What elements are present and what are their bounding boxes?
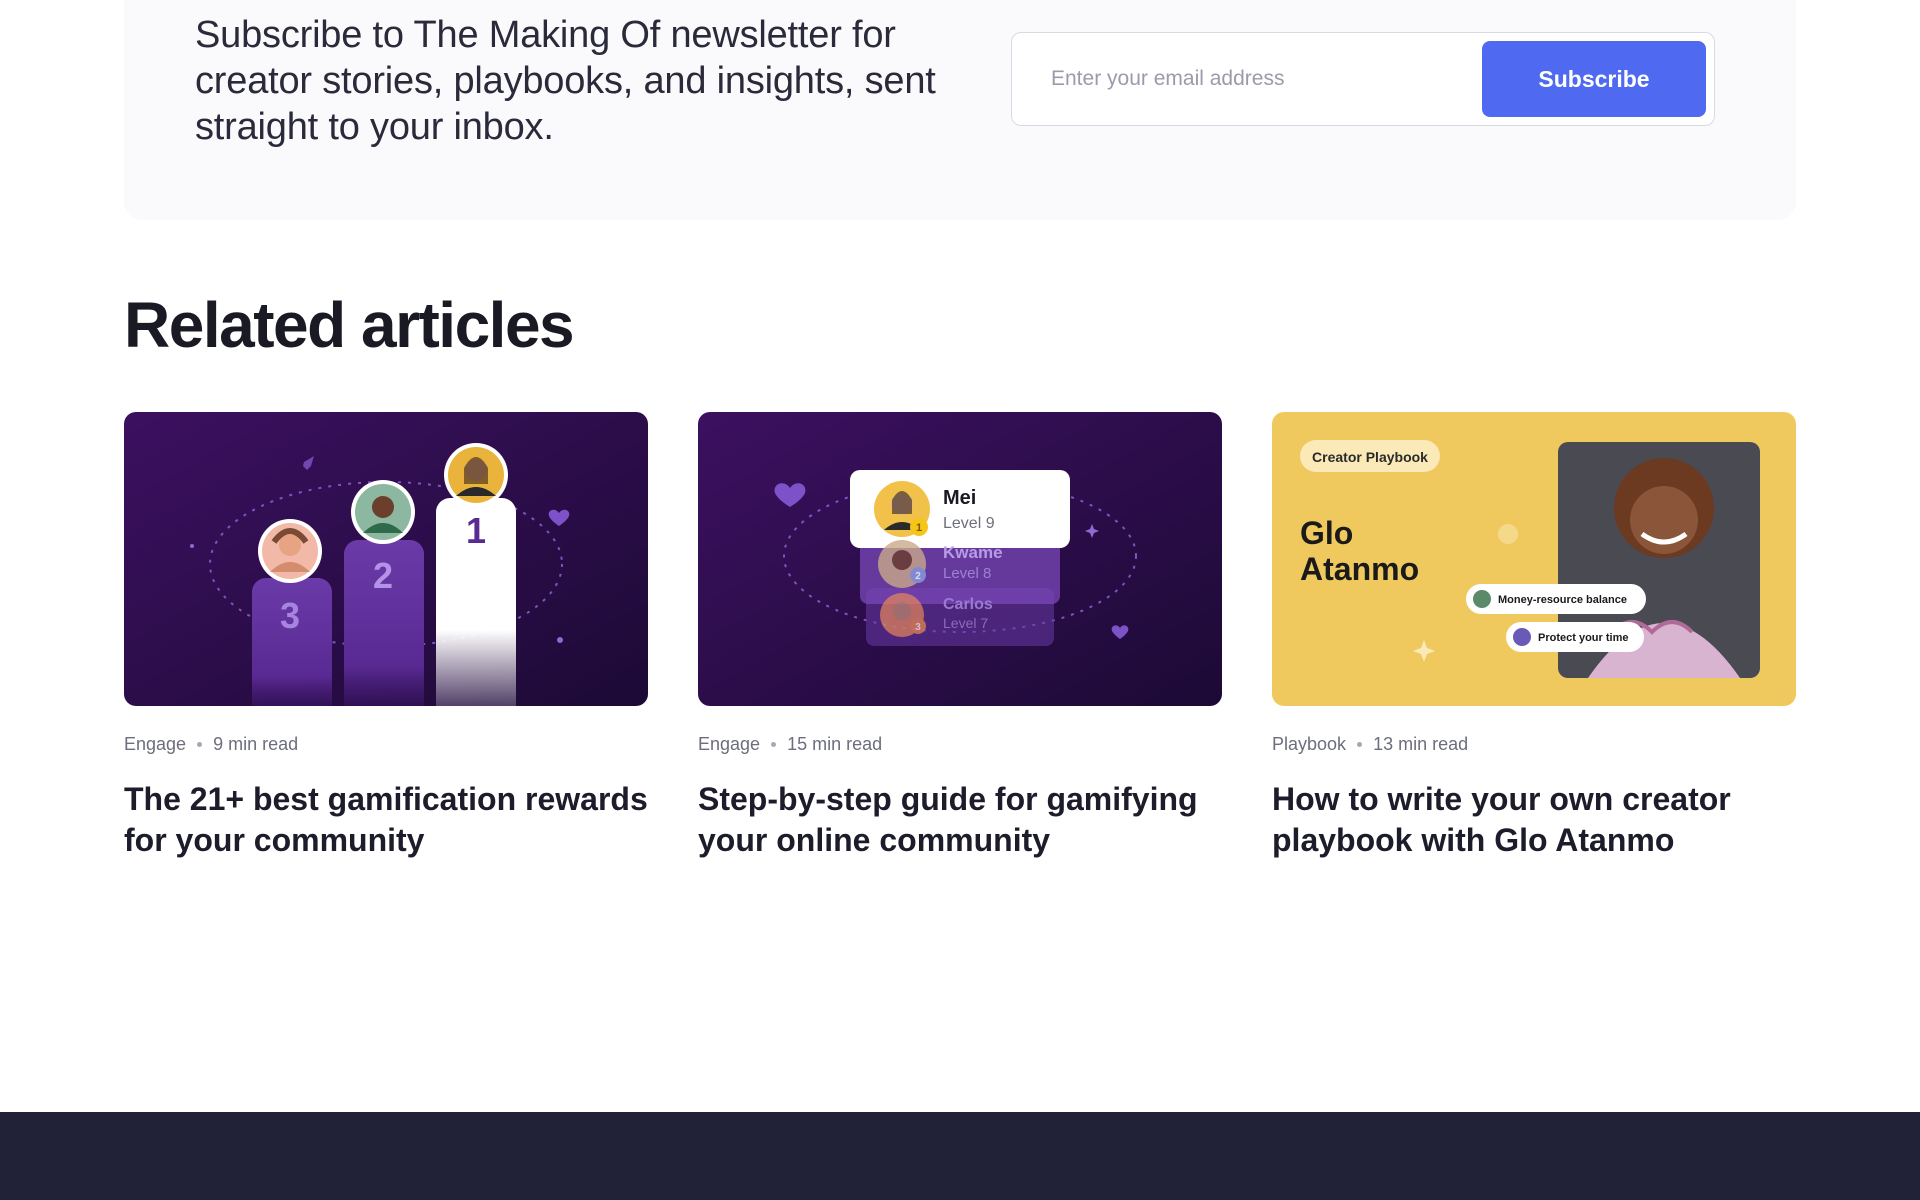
article-category[interactable]: Playbook [1272,734,1346,755]
email-input[interactable] [1012,33,1482,124]
newsletter-section: Subscribe to The Making Of newsletter fo… [124,0,1796,220]
related-articles-title: Related articles [124,289,575,361]
article-read-time: 15 min read [787,734,883,754]
playbook-chip: Protect your time [1538,632,1628,644]
article-image-leaderboard[interactable]: 1 Mei Level 9 2 Kwame Level 8 3 Carlos L… [698,412,1222,706]
podium-rank-3: 3 [280,595,300,636]
article-image-playbook[interactable]: Creator Playbook Glo Atanmo Money-resour… [1272,412,1796,706]
article-category[interactable]: Engage [698,734,760,755]
separator-dot [771,742,777,747]
article-card-gamifying-community[interactable]: 1 Mei Level 9 2 Kwame Level 8 3 Carlos L… [698,412,1222,861]
article-read-time: 13 min read [1373,734,1469,754]
article-title[interactable]: Step-by-step guide for gamifying your on… [698,779,1222,861]
creator-name-last: Atanmo [1300,551,1419,587]
avatar: 1 [874,481,930,537]
leader-rank: 2 [915,571,921,582]
article-read-time: 9 min read [213,734,299,754]
separator-dot [1357,742,1363,747]
avatar: 2 [878,540,926,588]
creator-name-first: Glo [1300,515,1353,551]
leader-level: Level 9 [943,515,995,532]
page-footer [0,1112,1920,1200]
podium-rank-1: 1 [466,510,486,551]
leaf-icon [1473,590,1491,608]
clock-icon [1513,628,1531,646]
avatar [258,519,322,583]
article-meta: Engage 15 min read [698,734,1222,755]
avatar [444,443,508,507]
article-card-gamification-rewards[interactable]: 3 2 1 Engage 9 min read The 21+ best gam… [124,412,648,861]
playbook-badge: Creator Playbook [1312,449,1428,465]
avatar [351,480,415,544]
leader-rank: 1 [916,522,922,534]
leader-rank: 3 [915,622,921,633]
article-meta: Playbook 13 min read [1272,734,1796,755]
newsletter-text: Subscribe to The Making Of newsletter fo… [195,14,936,148]
newsletter-form: Subscribe [1011,32,1715,126]
podium-rank-2: 2 [373,555,393,596]
leader-level: Level 8 [943,565,991,582]
subscribe-button[interactable]: Subscribe [1482,41,1706,117]
article-category[interactable]: Engage [124,734,186,755]
article-title[interactable]: How to write your own creator playbook w… [1272,779,1796,861]
leader-name: Carlos [943,596,993,613]
article-title[interactable]: The 21+ best gamification rewards for yo… [124,779,648,861]
leader-name: Mei [943,487,976,509]
article-image-podium[interactable]: 3 2 1 [124,412,648,706]
article-meta: Engage 9 min read [124,734,648,755]
playbook-chip: Money-resource balance [1498,594,1627,606]
article-card-creator-playbook[interactable]: Creator Playbook Glo Atanmo Money-resour… [1272,412,1796,861]
leader-name: Kwame [943,543,1003,562]
leader-level: Level 7 [943,615,988,631]
separator-dot [197,742,203,747]
